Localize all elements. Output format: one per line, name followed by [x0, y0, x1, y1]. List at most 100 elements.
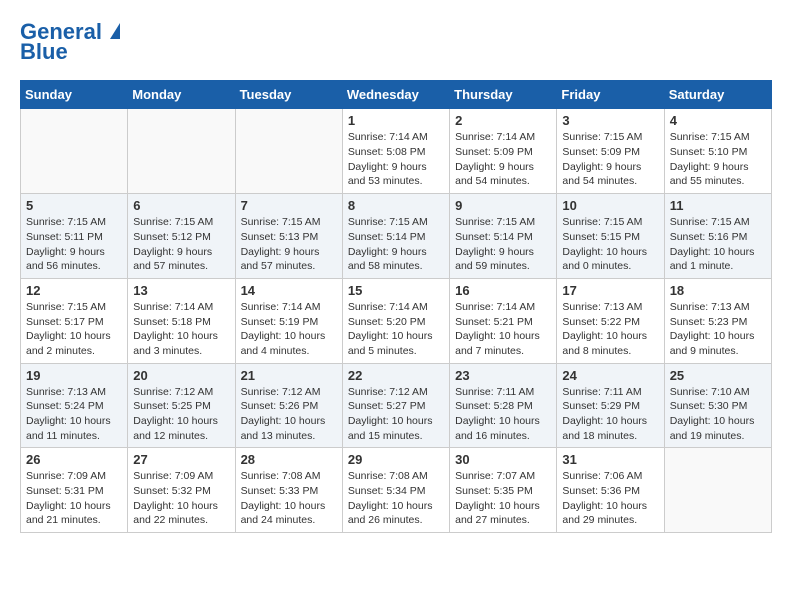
calendar-cell: 22 Sunrise: 7:12 AM Sunset: 5:27 PM Dayli… — [342, 363, 449, 448]
day-number: 7 — [241, 198, 337, 213]
day-info: Sunrise: 7:08 AM Sunset: 5:33 PM Dayligh… — [241, 469, 337, 528]
calendar-cell: 5 Sunrise: 7:15 AM Sunset: 5:11 PM Daylig… — [21, 194, 128, 279]
day-number: 14 — [241, 283, 337, 298]
day-info: Sunrise: 7:14 AM Sunset: 5:18 PM Dayligh… — [133, 300, 229, 359]
day-info: Sunrise: 7:15 AM Sunset: 5:12 PM Dayligh… — [133, 215, 229, 274]
day-number: 5 — [26, 198, 122, 213]
day-number: 26 — [26, 452, 122, 467]
day-info: Sunrise: 7:08 AM Sunset: 5:34 PM Dayligh… — [348, 469, 444, 528]
day-number: 18 — [670, 283, 766, 298]
day-info: Sunrise: 7:12 AM Sunset: 5:25 PM Dayligh… — [133, 385, 229, 444]
day-number: 9 — [455, 198, 551, 213]
day-info: Sunrise: 7:15 AM Sunset: 5:14 PM Dayligh… — [455, 215, 551, 274]
day-info: Sunrise: 7:14 AM Sunset: 5:08 PM Dayligh… — [348, 130, 444, 189]
calendar-cell: 17 Sunrise: 7:13 AM Sunset: 5:22 PM Dayli… — [557, 278, 664, 363]
day-number: 3 — [562, 113, 658, 128]
calendar-cell: 12Sunrise: 7:15 AM Sunset: 5:17 PM Dayli… — [21, 278, 128, 363]
logo: General Blue — [20, 20, 120, 64]
day-info: Sunrise: 7:15 AM Sunset: 5:11 PM Dayligh… — [26, 215, 122, 274]
day-info: Sunrise: 7:09 AM Sunset: 5:32 PM Dayligh… — [133, 469, 229, 528]
calendar-cell: 18 Sunrise: 7:13 AM Sunset: 5:23 PM Dayli… — [664, 278, 771, 363]
day-of-week-header: Wednesday — [342, 81, 449, 109]
day-of-week-header: Friday — [557, 81, 664, 109]
day-info: Sunrise: 7:10 AM Sunset: 5:30 PM Dayligh… — [670, 385, 766, 444]
calendar-cell: 19Sunrise: 7:13 AM Sunset: 5:24 PM Dayli… — [21, 363, 128, 448]
day-number: 2 — [455, 113, 551, 128]
calendar-cell — [664, 448, 771, 533]
calendar-cell: 10 Sunrise: 7:15 AM Sunset: 5:15 PM Dayli… — [557, 194, 664, 279]
calendar-cell — [235, 109, 342, 194]
calendar-cell: 31 Sunrise: 7:06 AM Sunset: 5:36 PM Dayli… — [557, 448, 664, 533]
day-info: Sunrise: 7:15 AM Sunset: 5:09 PM Dayligh… — [562, 130, 658, 189]
day-number: 30 — [455, 452, 551, 467]
day-info: Sunrise: 7:15 AM Sunset: 5:16 PM Dayligh… — [670, 215, 766, 274]
day-of-week-header: Sunday — [21, 81, 128, 109]
calendar-cell: 16Sunrise: 7:14 AM Sunset: 5:21 PM Dayli… — [450, 278, 557, 363]
calendar-cell: 15Sunrise: 7:14 AM Sunset: 5:20 PM Dayli… — [342, 278, 449, 363]
day-number: 21 — [241, 368, 337, 383]
day-info: Sunrise: 7:13 AM Sunset: 5:23 PM Dayligh… — [670, 300, 766, 359]
calendar-cell: 11 Sunrise: 7:15 AM Sunset: 5:16 PM Dayli… — [664, 194, 771, 279]
day-info: Sunrise: 7:13 AM Sunset: 5:22 PM Dayligh… — [562, 300, 658, 359]
calendar-week-row: 19Sunrise: 7:13 AM Sunset: 5:24 PM Dayli… — [21, 363, 772, 448]
day-number: 11 — [670, 198, 766, 213]
day-number: 29 — [348, 452, 444, 467]
day-info: Sunrise: 7:12 AM Sunset: 5:26 PM Dayligh… — [241, 385, 337, 444]
day-info: Sunrise: 7:06 AM Sunset: 5:36 PM Dayligh… — [562, 469, 658, 528]
calendar-cell: 26 Sunrise: 7:09 AM Sunset: 5:31 PM Dayli… — [21, 448, 128, 533]
calendar-week-row: 5 Sunrise: 7:15 AM Sunset: 5:11 PM Daylig… — [21, 194, 772, 279]
day-number: 25 — [670, 368, 766, 383]
day-number: 17 — [562, 283, 658, 298]
day-number: 24 — [562, 368, 658, 383]
day-info: Sunrise: 7:15 AM Sunset: 5:14 PM Dayligh… — [348, 215, 444, 274]
day-number: 4 — [670, 113, 766, 128]
logo-triangle-icon — [110, 23, 120, 39]
day-info: Sunrise: 7:07 AM Sunset: 5:35 PM Dayligh… — [455, 469, 551, 528]
day-info: Sunrise: 7:15 AM Sunset: 5:15 PM Dayligh… — [562, 215, 658, 274]
day-of-week-header: Monday — [128, 81, 235, 109]
calendar-cell: 21 Sunrise: 7:12 AM Sunset: 5:26 PM Dayli… — [235, 363, 342, 448]
day-info: Sunrise: 7:13 AM Sunset: 5:24 PM Dayligh… — [26, 385, 122, 444]
day-number: 13 — [133, 283, 229, 298]
calendar-header-row: SundayMondayTuesdayWednesdayThursdayFrid… — [21, 81, 772, 109]
calendar-cell — [21, 109, 128, 194]
day-number: 20 — [133, 368, 229, 383]
day-info: Sunrise: 7:15 AM Sunset: 5:13 PM Dayligh… — [241, 215, 337, 274]
calendar-table: SundayMondayTuesdayWednesdayThursdayFrid… — [20, 80, 772, 533]
calendar-cell: 25 Sunrise: 7:10 AM Sunset: 5:30 PM Dayli… — [664, 363, 771, 448]
day-number: 22 — [348, 368, 444, 383]
calendar-cell: 29 Sunrise: 7:08 AM Sunset: 5:34 PM Dayli… — [342, 448, 449, 533]
day-number: 31 — [562, 452, 658, 467]
day-number: 23 — [455, 368, 551, 383]
day-number: 6 — [133, 198, 229, 213]
calendar-cell: 13 Sunrise: 7:14 AM Sunset: 5:18 PM Dayli… — [128, 278, 235, 363]
calendar-cell: 9 Sunrise: 7:15 AM Sunset: 5:14 PM Daylig… — [450, 194, 557, 279]
page-header: General Blue — [20, 20, 772, 64]
day-number: 12 — [26, 283, 122, 298]
calendar-cell: 28 Sunrise: 7:08 AM Sunset: 5:33 PM Dayli… — [235, 448, 342, 533]
day-number: 28 — [241, 452, 337, 467]
day-info: Sunrise: 7:15 AM Sunset: 5:10 PM Dayligh… — [670, 130, 766, 189]
day-info: Sunrise: 7:09 AM Sunset: 5:31 PM Dayligh… — [26, 469, 122, 528]
calendar-cell: 30 Sunrise: 7:07 AM Sunset: 5:35 PM Dayli… — [450, 448, 557, 533]
day-info: Sunrise: 7:11 AM Sunset: 5:29 PM Dayligh… — [562, 385, 658, 444]
day-info: Sunrise: 7:12 AM Sunset: 5:27 PM Dayligh… — [348, 385, 444, 444]
day-info: Sunrise: 7:14 AM Sunset: 5:20 PM Dayligh… — [348, 300, 444, 359]
calendar-week-row: 26 Sunrise: 7:09 AM Sunset: 5:31 PM Dayli… — [21, 448, 772, 533]
day-number: 8 — [348, 198, 444, 213]
day-number: 1 — [348, 113, 444, 128]
calendar-week-row: 12Sunrise: 7:15 AM Sunset: 5:17 PM Dayli… — [21, 278, 772, 363]
calendar-cell: 1 Sunrise: 7:14 AM Sunset: 5:08 PM Daylig… — [342, 109, 449, 194]
day-info: Sunrise: 7:11 AM Sunset: 5:28 PM Dayligh… — [455, 385, 551, 444]
day-of-week-header: Thursday — [450, 81, 557, 109]
calendar-cell: 4 Sunrise: 7:15 AM Sunset: 5:10 PM Daylig… — [664, 109, 771, 194]
day-number: 10 — [562, 198, 658, 213]
day-info: Sunrise: 7:14 AM Sunset: 5:09 PM Dayligh… — [455, 130, 551, 189]
day-number: 16 — [455, 283, 551, 298]
day-number: 27 — [133, 452, 229, 467]
day-of-week-header: Tuesday — [235, 81, 342, 109]
calendar-cell: 23 Sunrise: 7:11 AM Sunset: 5:28 PM Dayli… — [450, 363, 557, 448]
calendar-cell: 7 Sunrise: 7:15 AM Sunset: 5:13 PM Daylig… — [235, 194, 342, 279]
calendar-cell: 2 Sunrise: 7:14 AM Sunset: 5:09 PM Daylig… — [450, 109, 557, 194]
calendar-cell: 8 Sunrise: 7:15 AM Sunset: 5:14 PM Daylig… — [342, 194, 449, 279]
